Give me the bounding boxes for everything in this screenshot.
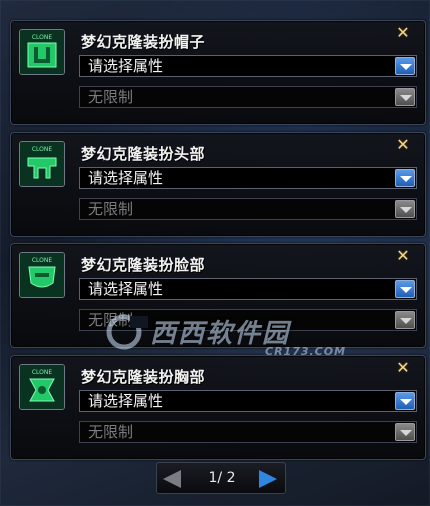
item-title: 梦幻克隆装扮脸部 (81, 256, 206, 274)
limit-select-value: 无限制 (88, 200, 134, 218)
close-button[interactable]: ✕ (395, 25, 411, 41)
clone-item-card-face: CLONE 梦幻克隆装扮脸部 ✕ 请选择属性 无限制 (10, 243, 426, 348)
attribute-select[interactable]: 请选择属性 (79, 278, 417, 300)
chevron-down-icon[interactable] (395, 311, 415, 329)
icon-badge-text: CLONE (32, 146, 53, 153)
clone-head-icon: CLONE (19, 141, 65, 187)
limit-select[interactable]: 无限制 (79, 86, 417, 108)
attribute-select-value: 请选择属性 (88, 280, 164, 298)
clone-item-card-hat: CLONE 梦幻克隆装扮帽子 ✕ 请选择属性 无限制 (10, 20, 426, 125)
chevron-down-icon[interactable] (395, 280, 415, 298)
close-button[interactable]: ✕ (395, 360, 411, 376)
attribute-select[interactable]: 请选择属性 (79, 390, 417, 412)
attribute-select-value: 请选择属性 (88, 57, 164, 75)
attribute-select[interactable]: 请选择属性 (79, 167, 417, 189)
close-button[interactable]: ✕ (395, 248, 411, 264)
item-title: 梦幻克隆装扮帽子 (81, 33, 206, 51)
attribute-select-value: 请选择属性 (88, 392, 164, 410)
item-title: 梦幻克隆装扮胸部 (81, 368, 206, 386)
clone-face-icon: CLONE (19, 252, 65, 298)
clone-item-card-chest: CLONE 梦幻克隆装扮胸部 ✕ 请选择属性 无限制 (10, 355, 426, 460)
clone-chest-icon: CLONE (19, 364, 65, 410)
pagination: 1/ 2 (156, 462, 286, 494)
icon-badge-text: CLONE (32, 257, 53, 264)
limit-select-value: 无限制 (88, 423, 134, 441)
chevron-down-icon[interactable] (395, 423, 415, 441)
attribute-select-value: 请选择属性 (88, 169, 164, 187)
limit-select[interactable]: 无限制 (79, 421, 417, 443)
clone-item-card-head: CLONE 梦幻克隆装扮头部 ✕ 请选择属性 无限制 (10, 132, 426, 237)
icon-badge-text: CLONE (32, 34, 53, 41)
limit-select[interactable]: 无限制 (79, 309, 417, 331)
icon-badge-text: CLONE (32, 369, 53, 376)
limit-select-value: 无限制 (88, 311, 134, 329)
item-title: 梦幻克隆装扮头部 (81, 145, 206, 163)
chevron-down-icon[interactable] (395, 392, 415, 410)
close-button[interactable]: ✕ (395, 137, 411, 153)
next-page-icon[interactable] (259, 470, 277, 488)
page-indicator: 1/ 2 (208, 470, 236, 486)
chevron-down-icon[interactable] (395, 200, 415, 218)
chevron-down-icon[interactable] (395, 57, 415, 75)
limit-select[interactable]: 无限制 (79, 198, 417, 220)
prev-page-icon[interactable] (163, 470, 181, 488)
chevron-down-icon[interactable] (395, 88, 415, 106)
attribute-select[interactable]: 请选择属性 (79, 55, 417, 77)
limit-select-value: 无限制 (88, 88, 134, 106)
chevron-down-icon[interactable] (395, 169, 415, 187)
clone-hat-icon: CLONE (19, 29, 65, 75)
